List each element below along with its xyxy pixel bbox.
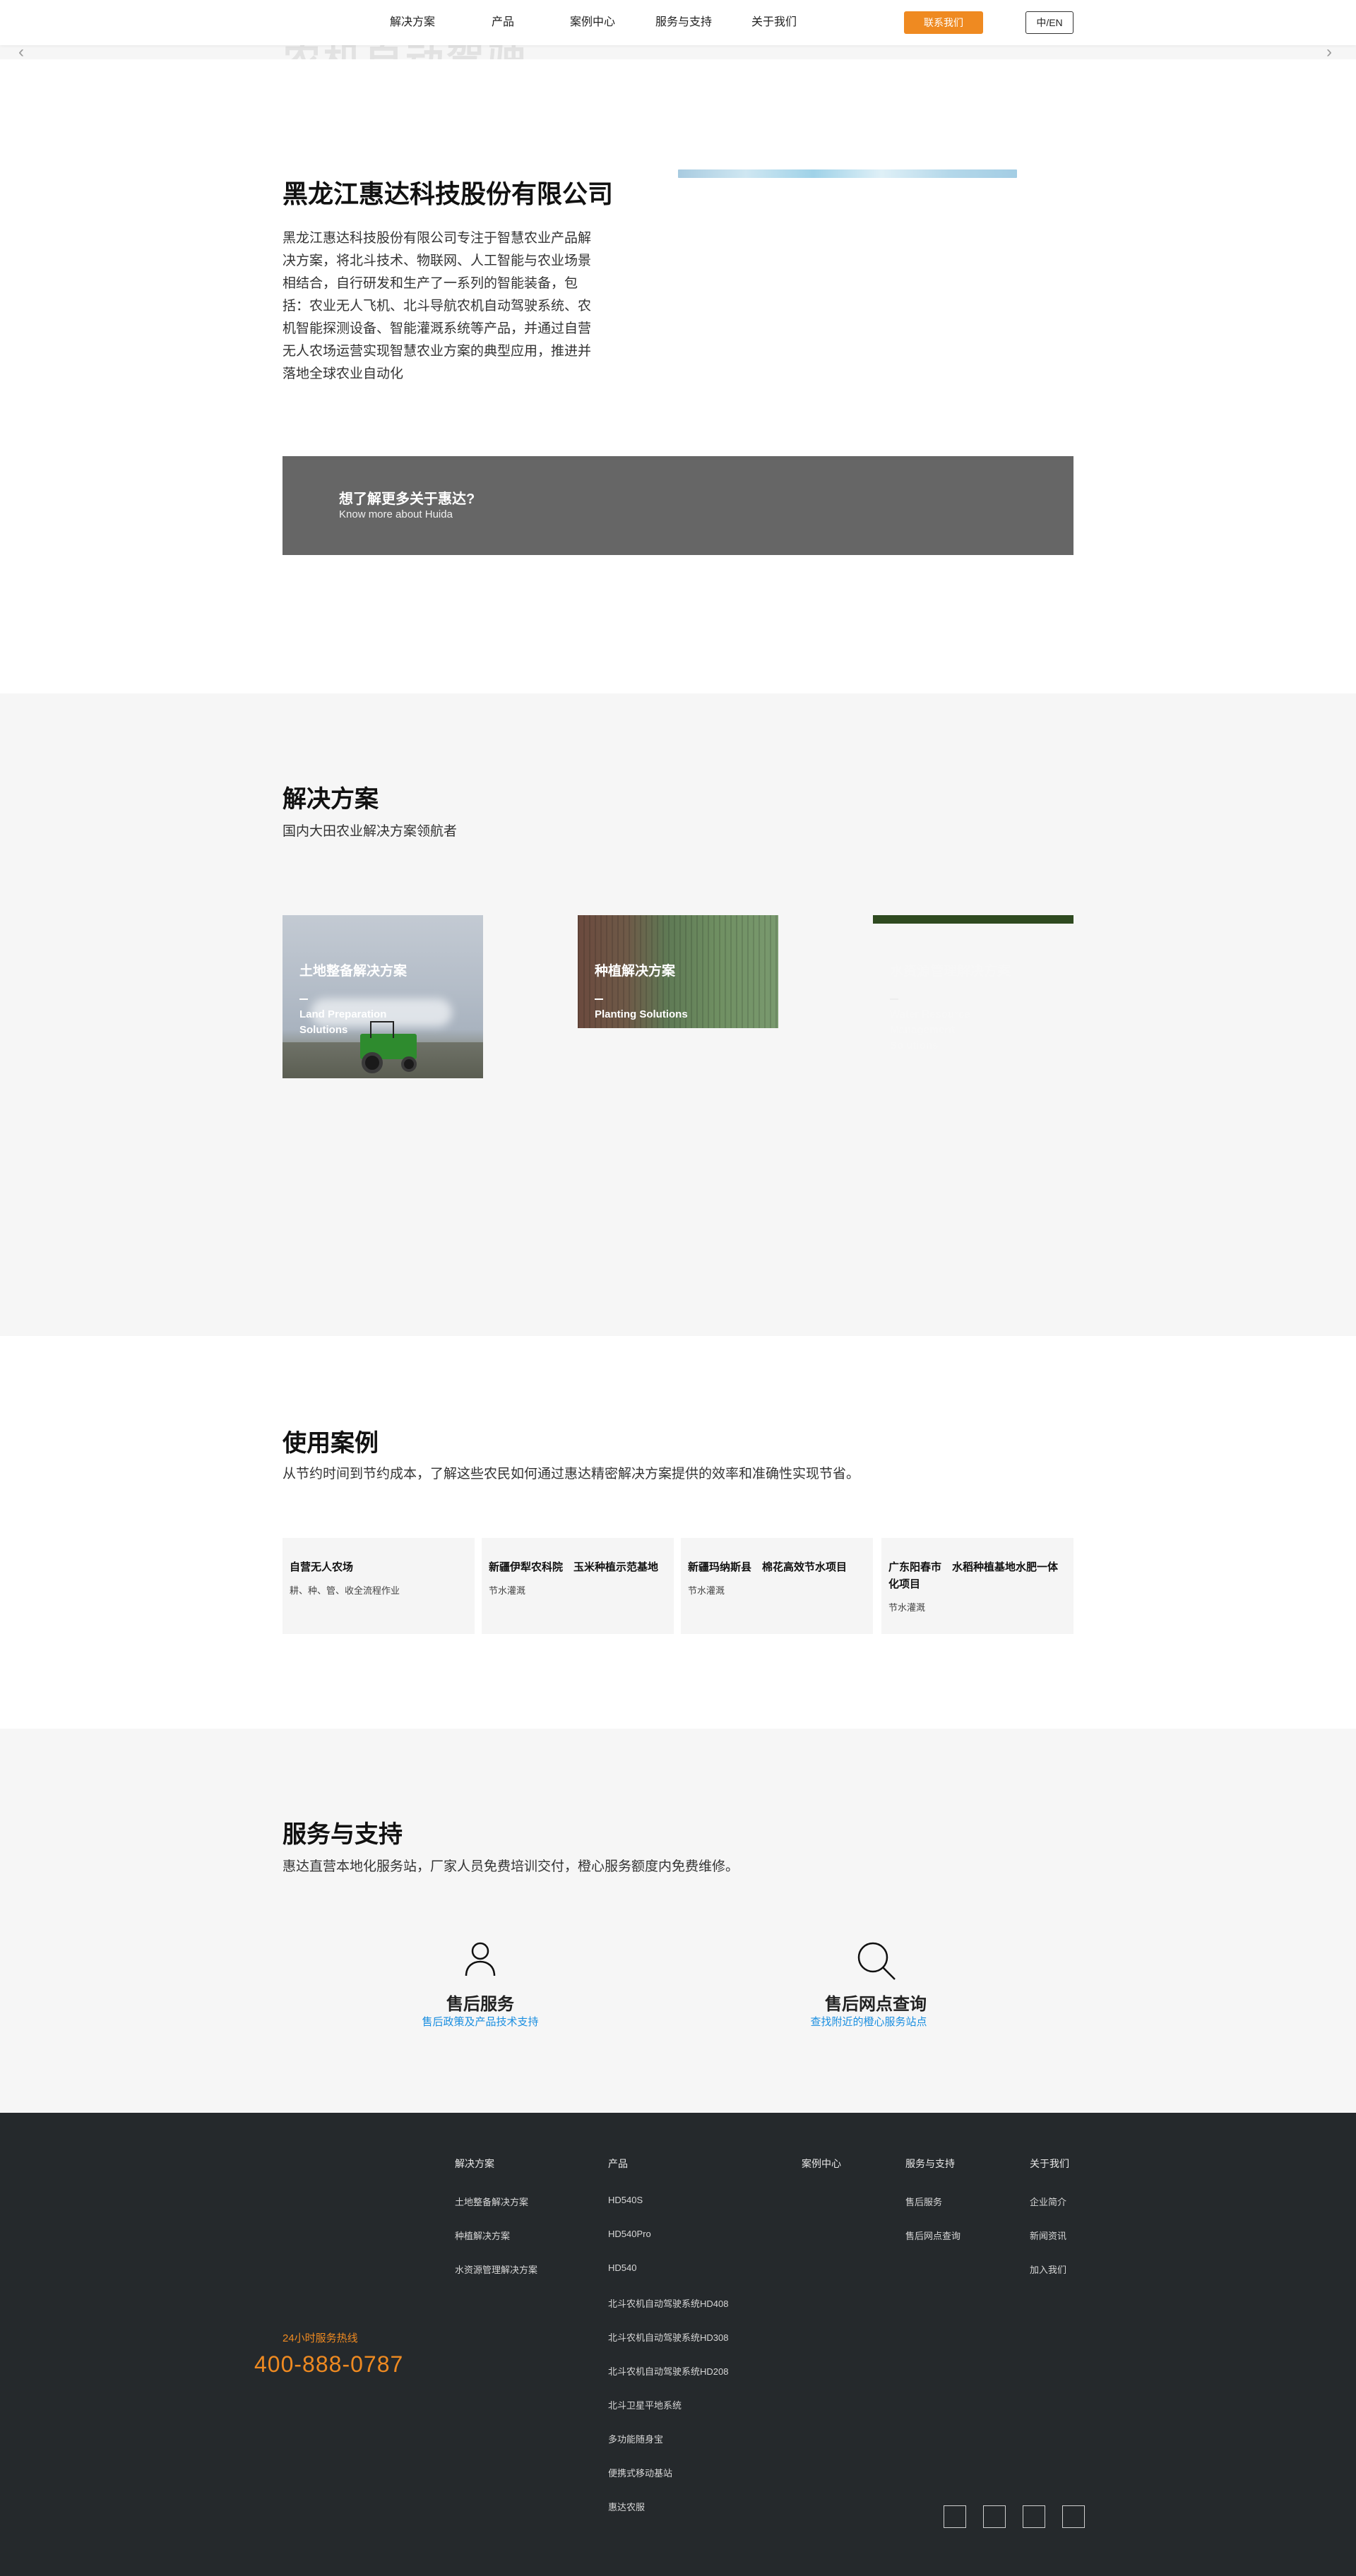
outlet-query-link[interactable]: 查找附近的橙心服务站点 [791,2014,946,2029]
solution-card-land-preparation[interactable]: 土地整备解决方案 Land Preparation Solutions [282,915,483,1078]
solution-card-divider [595,998,603,1000]
solution-card-english-title: Water Resource Management Solutions [890,1008,970,1051]
case-card-desc: 节水灌溉 [688,1585,725,1596]
footer-link[interactable]: 北斗农机自动驾驶系统HD208 [608,2364,728,2378]
footer-col-head-cases[interactable]: 案例中心 [802,2157,841,2171]
footer-link[interactable]: 水资源管理解决方案 [455,2262,537,2276]
case-card-desc: 节水灌溉 [888,1602,926,1613]
footer-link[interactable]: 便携式移动基站 [608,2466,672,2479]
footer-link[interactable]: 企业简介 [1030,2195,1066,2208]
case-card-title: 新疆伊犁农科院 玉米种植示范基地 [489,1561,659,1573]
case-card-title: 广东阳春市 水稻种植基地水肥一体化项目 [888,1561,1059,1590]
banner-next-arrow-icon[interactable]: › [1326,44,1332,61]
solution-card-english-title: Planting Solutions [595,1008,688,1020]
footer-link[interactable]: 惠达农服 [608,2500,645,2513]
footer-col-head-products[interactable]: 产品 [608,2157,628,2171]
footer-link[interactable]: 土地整备解决方案 [455,2195,528,2208]
service-title: 服务与支持 [282,1821,403,1848]
footer-link[interactable]: 北斗农机自动驾驶系统HD308 [608,2330,728,2344]
language-toggle-button[interactable]: 中/EN [1025,11,1074,34]
solution-card-water-resource[interactable]: 水资源管理解决方案 Water Resource Management Solu… [873,915,1074,1051]
case-card-title: 自营无人农场 [290,1561,354,1573]
hotline-number[interactable]: 400-888-0787 [254,2351,403,2378]
solutions-section: 解决方案 国内大田农业解决方案领航者 土地整备解决方案 Land Prepara… [0,693,1356,1336]
footer-link[interactable]: 北斗卫星平地系统 [608,2398,682,2411]
nav-products[interactable]: 产品 [492,0,514,45]
service-subtitle: 惠达直营本地化服务站，厂家人员免费培训交付，橙心服务额度内免费维修。 [282,1859,739,1874]
user-icon [465,1942,496,1976]
case-card-desc: 节水灌溉 [489,1585,526,1596]
contact-button[interactable]: 联系我们 [904,11,983,34]
footer-link[interactable]: 售后服务 [905,2195,942,2208]
social-icon-2[interactable] [983,2505,1006,2528]
nav-about[interactable]: 关于我们 [751,0,797,45]
banner-title: 农机自动驾驶 [282,45,528,59]
case-card[interactable]: 自营无人农场 耕、种、管、收全流程作业 [282,1538,475,1634]
footer-col-head-service[interactable]: 服务与支持 [905,2157,955,2171]
case-card-desc: 耕、种、管、收全流程作业 [290,1585,400,1596]
footer-link[interactable]: 北斗农机自动驾驶系统HD408 [608,2296,728,2310]
after-sales-title: 售后服务 [446,1995,514,2014]
nav-service[interactable]: 服务与支持 [655,0,712,45]
solution-card-title: 土地整备解决方案 [299,964,408,979]
solution-card-title: 种植解决方案 [595,964,676,979]
footer-link[interactable]: 加入我们 [1030,2262,1066,2276]
footer-col-head-solutions[interactable]: 解决方案 [455,2157,494,2171]
search-icon [857,1942,896,1980]
hotline-label: 24小时服务热线 [282,2332,358,2344]
footer-link[interactable]: 种植解决方案 [455,2229,510,2242]
company-name-heading: 黑龙江惠达科技股份有限公司 [282,179,614,208]
case-card[interactable]: 新疆玛纳斯县 棉花高效节水项目 节水灌溉 [681,1538,873,1634]
solution-card-planting[interactable]: 种植解决方案 Planting Solutions [578,915,778,1028]
case-card-title: 新疆玛纳斯县 棉花高效节水项目 [688,1561,848,1573]
footer-col-head-about[interactable]: 关于我们 [1030,2157,1069,2171]
footer-link[interactable]: 新闻资讯 [1030,2229,1066,2242]
company-intro-text: 黑龙江惠达科技股份有限公司专注于智慧农业产品解决方案，将北斗技术、物联网、人工智… [282,231,592,381]
footer-link[interactable]: HD540S [608,2195,643,2205]
case-card[interactable]: 新疆伊犁农科院 玉米种植示范基地 节水灌溉 [482,1538,674,1634]
solution-card-title: 水资源管理解决方案 [890,964,1011,979]
banner-prev-arrow-icon[interactable]: ‹ [18,44,24,61]
footer-link[interactable]: 多功能随身宝 [608,2432,663,2445]
site-header: 解决方案 产品 案例中心 服务与支持 关于我们 联系我们 中/EN [0,0,1356,45]
solution-card-divider [299,998,308,1000]
cases-subtitle: 从节约时间到节约成本，了解这些农民如何通过惠达精密解决方案提供的效率和准确性实现… [282,1467,860,1481]
know-more-title: 想了解更多关于惠达? [339,491,475,507]
banner-carousel: 农机自动驾驶 [0,45,1356,59]
solution-card-english-title: Land Preparation Solutions [299,1008,387,1036]
footer-link[interactable]: HD540Pro [608,2229,651,2239]
footer-link[interactable]: 售后网点查询 [905,2229,961,2242]
know-more-banner[interactable]: 想了解更多关于惠达? Know more about Huida [282,456,1074,555]
outlet-query-title: 售后网点查询 [825,1995,927,2014]
social-icon-3[interactable] [1023,2505,1045,2528]
solutions-subtitle: 国内大田农业解决方案领航者 [282,824,458,839]
nav-cases[interactable]: 案例中心 [570,0,615,45]
tractor-rear-wheel [362,1052,383,1073]
social-icon-1[interactable] [944,2505,966,2528]
case-card[interactable]: 广东阳春市 水稻种植基地水肥一体化项目 节水灌溉 [881,1538,1074,1634]
tractor-front-wheel [401,1056,417,1072]
know-more-subtitle: Know more about Huida [339,508,453,520]
about-image [678,169,1017,178]
nav-solutions[interactable]: 解决方案 [390,0,435,45]
solutions-title: 解决方案 [282,786,379,813]
footer-link[interactable]: HD540 [608,2262,636,2273]
site-footer [0,2113,1356,2576]
after-sales-link[interactable]: 售后政策及产品技术支持 [403,2014,558,2029]
social-icon-4[interactable] [1062,2505,1085,2528]
cases-title: 使用案例 [282,1430,379,1457]
service-section: 服务与支持 惠达直营本地化服务站，厂家人员免费培训交付，橙心服务额度内免费维修。… [0,1729,1356,2113]
solution-card-divider [890,998,898,1000]
